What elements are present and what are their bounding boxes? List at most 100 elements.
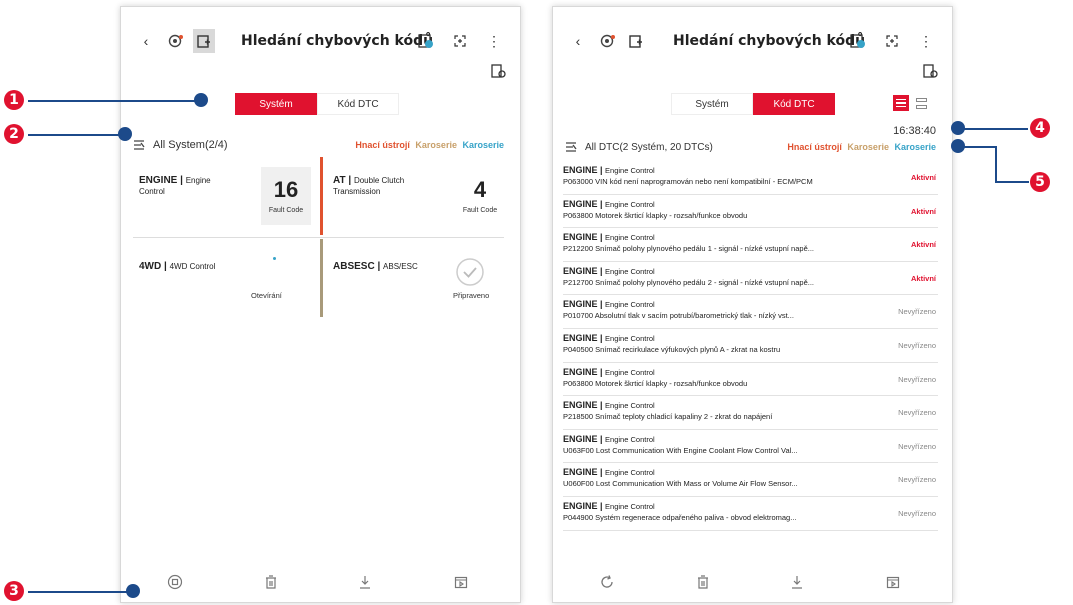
vehicle-print-icon[interactable] bbox=[490, 63, 506, 79]
expand-icon[interactable] bbox=[881, 29, 903, 53]
dtc-status: Nevyřízeno bbox=[898, 441, 936, 451]
callout-1: 1 bbox=[4, 90, 24, 110]
dtc-status: Nevyřízeno bbox=[898, 307, 936, 317]
dtc-row[interactable]: ENGINE | Engine Control P063800 Motorek š… bbox=[563, 363, 938, 397]
callout-line-1 bbox=[28, 100, 198, 102]
report-icon[interactable] bbox=[415, 29, 437, 53]
report-view-icon[interactable] bbox=[451, 572, 471, 592]
legend-powertrain[interactable]: Hnací ústrojí bbox=[787, 142, 842, 152]
dtc-description: P212700 Snímač polohy plynového pedálu 2… bbox=[563, 277, 814, 287]
dtc-row[interactable]: ENGINE | Engine Control U060F00 Lost Comm… bbox=[563, 463, 938, 497]
dtc-system: ENGINE bbox=[563, 165, 598, 175]
dtc-system-sub: Engine Control bbox=[605, 468, 655, 478]
callout-3: 3 bbox=[4, 581, 24, 601]
dtc-row[interactable]: ENGINE | Engine Control P218500 Snímač te… bbox=[563, 396, 938, 430]
dtc-row[interactable]: ENGINE | Engine Control P040500 Snímač re… bbox=[563, 329, 938, 363]
filter-icon[interactable] bbox=[133, 139, 145, 151]
dtc-row[interactable]: ENGINE | Engine Control P212200 Snímač po… bbox=[563, 228, 938, 262]
list-view-icon[interactable] bbox=[893, 95, 909, 111]
rescan-icon[interactable] bbox=[597, 572, 617, 592]
system-tile-4wd[interactable]: 4WD | 4WD Control Otevírání bbox=[133, 239, 315, 317]
tab-system[interactable]: Systém bbox=[671, 93, 753, 115]
dtc-system-sub: Engine Control bbox=[605, 199, 655, 209]
dtc-row[interactable]: ENGINE | Engine Control P044900 Systém re… bbox=[563, 497, 938, 531]
more-options-icon[interactable]: ⋮ bbox=[483, 29, 505, 53]
scan-time: 16:38:40 bbox=[893, 125, 936, 137]
dtc-row[interactable]: ENGINE | Engine Control P212700 Snímač po… bbox=[563, 262, 938, 296]
tile-status: Otevírání bbox=[251, 291, 282, 300]
dtc-search-icon[interactable] bbox=[625, 29, 647, 53]
app-bar: ‹ Hledání chybových kódů ⋮ bbox=[121, 27, 520, 57]
page-title: Hledání chybových kódů bbox=[241, 33, 434, 49]
stop-scan-icon[interactable] bbox=[165, 572, 185, 592]
fault-count-unit: Fault Code bbox=[268, 207, 304, 214]
vehicle-sync-icon[interactable] bbox=[597, 29, 619, 53]
legend-body-2[interactable]: Karoserie bbox=[462, 140, 504, 150]
callout-line-3 bbox=[28, 591, 128, 593]
callout-line-5a bbox=[960, 146, 996, 148]
legend-body-2[interactable]: Karoserie bbox=[894, 142, 936, 152]
dtc-status: Nevyřízeno bbox=[898, 508, 936, 518]
report-icon[interactable] bbox=[847, 29, 869, 53]
dtc-status: Aktivní bbox=[910, 173, 936, 182]
expand-icon[interactable] bbox=[449, 29, 471, 53]
dtc-description: U060F00 Lost Communication With Mass or … bbox=[563, 479, 798, 489]
dtc-status: Nevyřízeno bbox=[898, 475, 936, 485]
fault-count-unit: Fault Code bbox=[462, 207, 498, 214]
dtc-row[interactable]: ENGINE | Engine Control P010700 Absolutní… bbox=[563, 295, 938, 329]
legend-body-1[interactable]: Karoserie bbox=[847, 142, 889, 152]
dtc-row[interactable]: ENGINE | Engine Control U063F00 Lost Comm… bbox=[563, 430, 938, 464]
dtc-system-sub: Engine Control bbox=[605, 501, 655, 511]
dtc-system: ENGINE bbox=[563, 198, 598, 209]
dtc-system: ENGINE bbox=[563, 500, 598, 511]
dtc-system: ENGINE bbox=[563, 299, 598, 310]
tab-system[interactable]: Systém bbox=[235, 93, 317, 115]
tab-dtc-code[interactable]: Kód DTC bbox=[317, 93, 399, 115]
summary-row: All DTC(2 Systém, 20 DTCs) Hnací ústrojí… bbox=[565, 141, 936, 153]
dtc-status: Nevyřízeno bbox=[898, 340, 936, 350]
bottom-toolbar bbox=[121, 572, 520, 594]
dtc-status: Aktivní bbox=[910, 273, 936, 283]
dtc-description: P044900 Systém regenerace odpařeného pal… bbox=[563, 512, 797, 522]
fault-count-box: 16 Fault Code bbox=[261, 167, 311, 225]
tile-sub: ABS/ESC bbox=[383, 262, 418, 271]
dtc-row[interactable]: ENGINE | Engine Control P063000 VIN kód n… bbox=[563, 161, 938, 195]
back-icon[interactable]: ‹ bbox=[135, 29, 157, 53]
save-icon[interactable] bbox=[787, 572, 807, 592]
dtc-status: Aktivní bbox=[910, 206, 936, 216]
system-tile-engine[interactable]: ENGINE | Engine Control 16 Fault Code bbox=[133, 157, 315, 235]
clear-dtc-icon[interactable] bbox=[693, 572, 713, 592]
dtc-status: Nevyřízeno bbox=[898, 374, 936, 384]
tile-name: ABSESC bbox=[333, 261, 375, 272]
dtc-system-sub: Engine Control bbox=[605, 401, 655, 411]
more-options-icon[interactable]: ⋮ bbox=[915, 29, 937, 53]
dtc-system: ENGINE bbox=[563, 433, 598, 444]
dtc-system-sub: Engine Control bbox=[605, 166, 655, 175]
vehicle-sync-icon[interactable] bbox=[165, 29, 187, 53]
legend: Hnací ústrojí Karoserie Karoserie bbox=[787, 142, 936, 152]
dtc-search-icon[interactable] bbox=[193, 29, 215, 53]
filter-icon[interactable] bbox=[565, 141, 577, 153]
legend-powertrain[interactable]: Hnací ústrojí bbox=[355, 140, 410, 150]
dtc-system: ENGINE bbox=[563, 232, 598, 243]
fault-count: 16 bbox=[273, 177, 299, 202]
dtc-system-sub: Engine Control bbox=[605, 300, 655, 310]
dtc-row[interactable]: ENGINE | Engine Control P063800 Motorek š… bbox=[563, 195, 938, 229]
report-view-icon[interactable] bbox=[883, 572, 903, 592]
callout-dot-1 bbox=[194, 93, 208, 107]
card-view-icon[interactable] bbox=[913, 95, 929, 111]
view-toggle: Systém Kód DTC bbox=[235, 93, 399, 115]
back-icon[interactable]: ‹ bbox=[567, 29, 589, 53]
clear-dtc-icon[interactable] bbox=[261, 572, 281, 592]
legend: Hnací ústrojí Karoserie Karoserie bbox=[355, 140, 504, 150]
system-tile-at[interactable]: AT | Double Clutch Transmission 4 Fault … bbox=[327, 157, 509, 235]
callout-4: 4 bbox=[1030, 118, 1050, 138]
status-bar-4wd bbox=[320, 239, 323, 317]
vehicle-print-icon[interactable] bbox=[922, 63, 938, 79]
save-icon[interactable] bbox=[355, 572, 375, 592]
dtc-description: P063000 VIN kód není naprogramován nebo … bbox=[563, 177, 813, 186]
page-title: Hledání chybových kódů bbox=[673, 33, 866, 49]
system-tile-absesc[interactable]: ABSESC | ABS/ESC Připraveno bbox=[327, 239, 509, 317]
tab-dtc-code[interactable]: Kód DTC bbox=[753, 93, 835, 115]
legend-body-1[interactable]: Karoserie bbox=[415, 140, 457, 150]
